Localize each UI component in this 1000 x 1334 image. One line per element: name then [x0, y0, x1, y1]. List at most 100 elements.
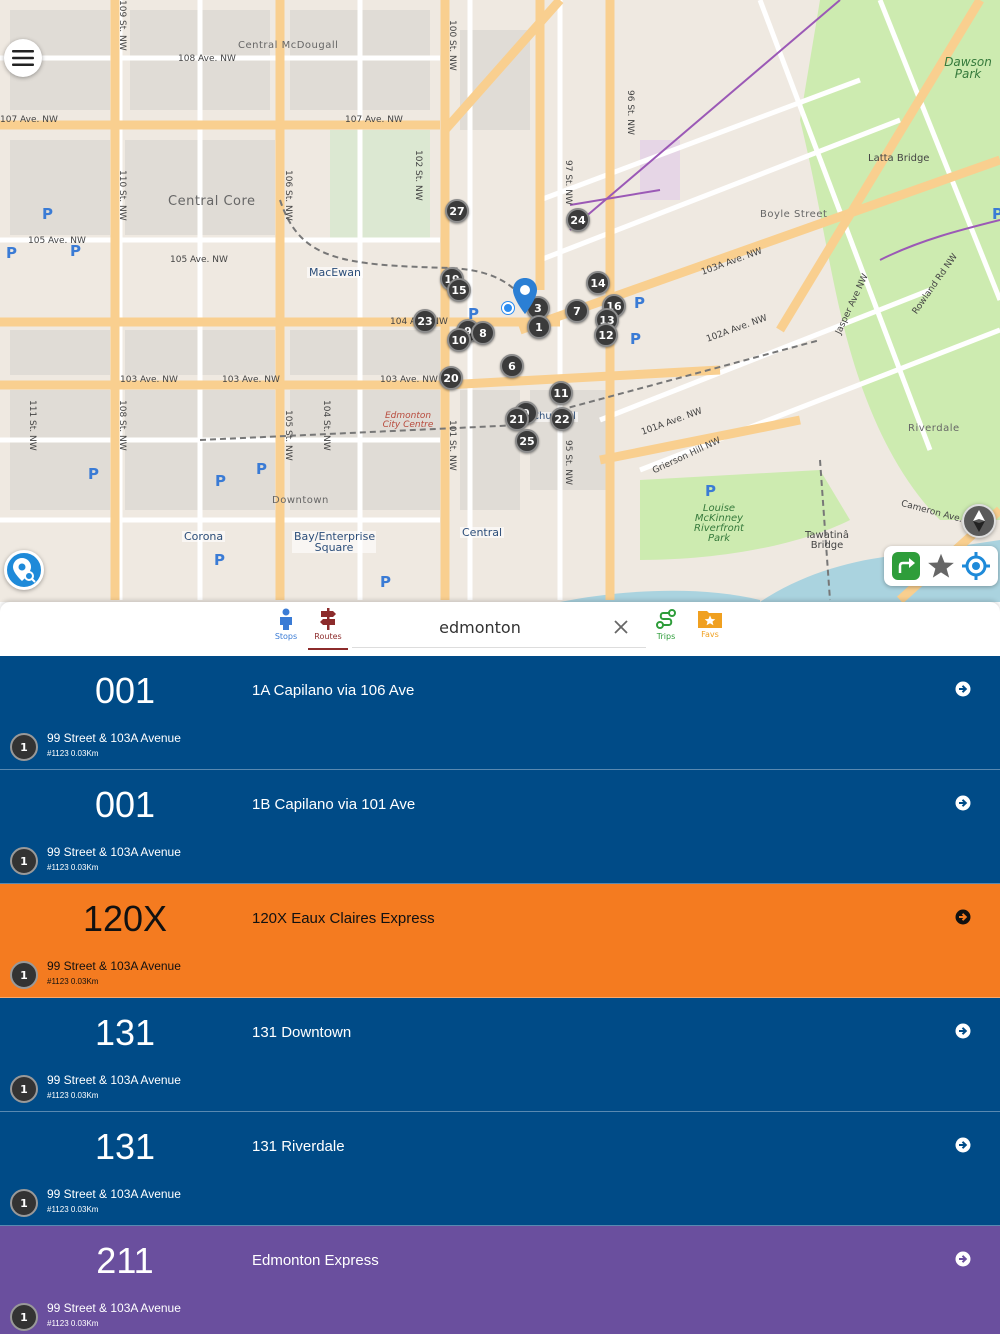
person-icon: [280, 608, 292, 630]
find-stop-button[interactable]: [4, 550, 44, 590]
stop-meta: #1123 0.03Km: [47, 749, 99, 758]
parking-icon: P: [42, 205, 53, 223]
route-row[interactable]: 001 1B Capilano via 101 Ave 1 99 Street & 1…: [0, 770, 1000, 884]
stop-marker[interactable]: 23: [413, 309, 437, 333]
stop-badge: 1: [10, 733, 38, 761]
arrow-right-circle-icon[interactable]: [955, 1137, 971, 1153]
stop-marker[interactable]: 25: [515, 429, 539, 453]
station-label: MacEwan: [307, 266, 363, 279]
stop-marker[interactable]: 7: [565, 299, 589, 323]
district-label: Central Core: [168, 194, 256, 209]
locate-me-icon: [962, 552, 991, 580]
street-label: 109 St. NW: [117, 0, 127, 51]
star-icon: [928, 553, 954, 578]
stop-marker[interactable]: 10: [447, 328, 471, 352]
compass-button[interactable]: [962, 504, 996, 538]
stop-marker[interactable]: 14: [586, 271, 610, 295]
street-label: 107 Ave. NW: [0, 115, 58, 125]
stop-marker[interactable]: 22: [550, 407, 574, 431]
arrow-right-circle-icon[interactable]: [955, 909, 971, 925]
parking-icon: P: [88, 465, 99, 483]
stop-name: 99 Street & 103A Avenue: [47, 1073, 181, 1087]
street-label: 97 St. NW: [563, 160, 573, 205]
station-label: Bay/Enterprise Square: [292, 530, 376, 554]
tab-routes[interactable]: Routes: [308, 608, 348, 650]
park-label: Dawson Park: [944, 55, 992, 81]
stop-marker[interactable]: 12: [594, 323, 618, 347]
route-row[interactable]: 131 131 Riverdale 1 99 Street & 103A Avenue…: [0, 1112, 1000, 1226]
arrow-right-circle-icon[interactable]: [955, 1251, 971, 1267]
street-label: 105 St. NW: [283, 410, 293, 461]
close-icon: [614, 620, 628, 634]
favorite-button[interactable]: [926, 551, 956, 581]
stop-meta: #1123 0.03Km: [47, 1205, 99, 1214]
search-input[interactable]: [352, 610, 608, 644]
park-label: Louise McKinney Riverfront Park: [694, 503, 744, 544]
trip-route-icon: [656, 609, 676, 629]
tab-favs[interactable]: Favs: [690, 608, 730, 648]
stop-marker[interactable]: 8: [471, 321, 495, 345]
route-number: 001: [94, 670, 156, 711]
street-label: 96 St. NW: [625, 90, 635, 135]
stop-marker[interactable]: 27: [445, 199, 469, 223]
stop-name: 99 Street & 103A Avenue: [47, 959, 181, 973]
route-row[interactable]: 211 Edmonton Express 1 99 Street & 103A Ave…: [0, 1226, 1000, 1334]
route-row[interactable]: 131 131 Downtown 1 99 Street & 103A Avenue #…: [0, 998, 1000, 1112]
stop-marker[interactable]: 15: [447, 278, 471, 302]
arrow-right-circle-icon[interactable]: [955, 795, 971, 811]
route-number: 211: [96, 1240, 154, 1281]
street-label: 105 Ave. NW: [170, 255, 228, 265]
parking-icon: P: [380, 573, 391, 591]
station-label: Corona: [182, 530, 226, 543]
stop-meta: #1123 0.03Km: [47, 977, 99, 986]
compass-icon: [973, 510, 985, 532]
route-name: 120X Eaux Claires Express: [252, 910, 435, 927]
route-row[interactable]: 001 1A Capilano via 106 Ave 1 99 Street & 1…: [0, 656, 1000, 770]
stop-name: 99 Street & 103A Avenue: [47, 731, 181, 745]
street-label: 104 St. NW: [321, 400, 331, 451]
stop-name: 99 Street & 103A Avenue: [47, 1187, 181, 1201]
signpost-icon: [320, 608, 336, 630]
route-number: 001: [94, 784, 156, 825]
tab-stops[interactable]: Stops: [266, 608, 306, 648]
district-label: Central McDougall: [238, 40, 339, 51]
stop-marker[interactable]: 11: [549, 381, 573, 405]
stop-badge: 1: [10, 961, 38, 989]
tab-trips[interactable]: Trips: [646, 608, 686, 648]
district-label: Riverdale: [908, 423, 960, 434]
route-name: 1A Capilano via 106 Ave: [252, 682, 415, 699]
parking-icon: P: [214, 551, 225, 569]
arrow-right-circle-icon[interactable]: [955, 1023, 971, 1039]
street-label: 103 Ave. NW: [380, 375, 438, 385]
street-label: 108 Ave. NW: [178, 54, 236, 64]
stop-marker[interactable]: 6: [500, 354, 524, 378]
hamburger-menu-icon: [12, 50, 34, 66]
parking-icon: P: [634, 294, 645, 312]
menu-button[interactable]: [4, 39, 42, 77]
arrow-right-circle-icon[interactable]: [955, 681, 971, 697]
tab-label: Favs: [701, 630, 719, 639]
stop-meta: #1123 0.03Km: [47, 1319, 99, 1328]
route-number: 131: [94, 1126, 156, 1167]
locate-me-button[interactable]: [961, 551, 991, 581]
directions-button[interactable]: [891, 551, 921, 581]
map-toolbar: [884, 546, 998, 586]
selected-stop-pin-icon[interactable]: [513, 278, 537, 314]
tab-bar: Stops Routes Tr: [0, 602, 1000, 656]
stop-marker[interactable]: 21: [505, 407, 529, 431]
route-name: 131 Downtown: [252, 1024, 352, 1041]
route-name: 1B Capilano via 101 Ave: [252, 796, 416, 813]
street-label: 106 St. NW: [283, 170, 293, 221]
district-label: Downtown: [272, 495, 329, 506]
stop-marker[interactable]: 24: [566, 208, 590, 232]
search-bar: [352, 610, 646, 648]
street-label: 100 St. NW: [447, 20, 457, 71]
stop-marker[interactable]: 1: [527, 315, 551, 339]
route-name: Edmonton Express: [252, 1252, 379, 1269]
route-row[interactable]: 120X 120X Eaux Claires Express 1 99 Street …: [0, 884, 1000, 998]
stop-marker[interactable]: 20: [439, 366, 463, 390]
clear-search-button[interactable]: [610, 616, 632, 638]
stop-badge: 1: [10, 1303, 38, 1331]
map-view[interactable]: 108 Ave. NW 107 Ave. NW 107 Ave. NW 105 …: [0, 0, 1000, 602]
parking-icon: P: [705, 482, 716, 500]
